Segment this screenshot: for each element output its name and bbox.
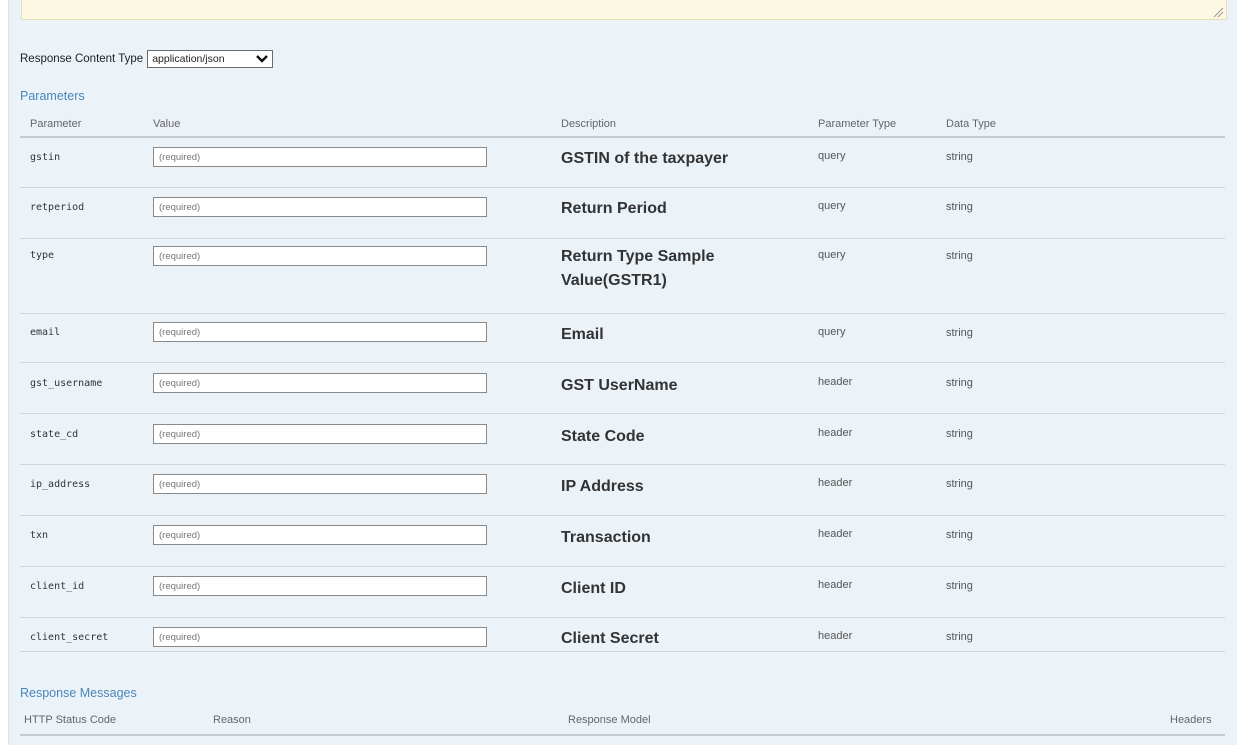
param-description: IP Address (561, 478, 644, 495)
param-type: header (818, 376, 853, 388)
param-description: Return Type Sample Value(GSTR1) (561, 248, 715, 289)
gstin-input[interactable] (153, 147, 487, 167)
data-type: string (946, 327, 973, 339)
chevron-down-icon (256, 55, 269, 63)
param-name: retperiod (30, 202, 85, 213)
data-type: string (946, 428, 973, 440)
column-header-parameter-type: Parameter Type (818, 118, 897, 130)
table-header-divider (20, 136, 1225, 138)
row-divider (20, 187, 1225, 188)
param-name: type (30, 250, 55, 261)
param-description: GST UserName (561, 377, 678, 394)
param-name: txn (30, 530, 49, 541)
row-divider (20, 362, 1225, 363)
column-header-parameter: Parameter (30, 118, 82, 130)
client-id-input[interactable] (153, 576, 487, 596)
column-header-value: Value (153, 118, 181, 130)
response-content-type: Response Content Type application/json (20, 50, 274, 68)
state-cd-input[interactable] (153, 424, 487, 444)
row-divider (20, 515, 1225, 516)
param-type: header (818, 630, 853, 642)
column-header-data-type: Data Type (946, 118, 996, 130)
response-messages-title: Response Messages (20, 686, 137, 700)
param-name: ip_address (30, 479, 91, 490)
param-name: client_secret (30, 632, 109, 643)
param-description: Email (561, 326, 604, 343)
response-content-type-select[interactable]: application/json (147, 50, 274, 68)
param-name: email (30, 327, 61, 338)
param-type: query (818, 150, 846, 162)
column-header-http-status-code: HTTP Status Code (24, 714, 117, 726)
row-divider (20, 413, 1225, 414)
param-description: GSTIN of the taxpayer (561, 150, 729, 167)
table-bottom-divider (20, 651, 1225, 652)
response-content-type-value: application/json (152, 53, 225, 65)
column-header-headers: Headers (1170, 714, 1212, 726)
data-type: string (946, 201, 973, 213)
client-secret-input[interactable] (153, 627, 487, 647)
param-type: header (818, 579, 853, 591)
data-type: string (946, 250, 973, 262)
resize-grip-icon[interactable] (1210, 4, 1224, 18)
param-name: state_cd (30, 429, 79, 440)
data-type: string (946, 151, 973, 163)
param-name: client_id (30, 581, 85, 592)
param-type: query (818, 326, 846, 338)
param-type: header (818, 477, 853, 489)
response-header-divider (20, 734, 1225, 736)
param-type: header (818, 427, 853, 439)
retperiod-input[interactable] (153, 197, 487, 217)
response-content-type-label: Response Content Type (20, 53, 144, 65)
param-type: query (818, 200, 846, 212)
param-type: header (818, 528, 853, 540)
param-description: Client Secret (561, 630, 659, 647)
row-divider (20, 313, 1225, 314)
email-input[interactable] (153, 322, 487, 342)
data-type: string (946, 580, 973, 592)
column-header-description: Description (561, 118, 617, 130)
param-description: State Code (561, 428, 645, 445)
row-divider (20, 238, 1225, 239)
ip-address-input[interactable] (153, 474, 487, 494)
param-type: query (818, 249, 846, 261)
data-type: string (946, 529, 973, 541)
column-header-reason: Reason (213, 714, 251, 726)
parameters-title: Parameters (20, 89, 85, 103)
column-header-response-model: Response Model (568, 714, 651, 726)
row-divider (20, 566, 1225, 567)
param-description: Transaction (561, 529, 651, 546)
data-type: string (946, 478, 973, 490)
gst-username-input[interactable] (153, 373, 487, 393)
param-name: gstin (30, 152, 61, 163)
request-body-textarea[interactable] (21, 0, 1227, 20)
data-type: string (946, 631, 973, 643)
data-type: string (946, 377, 973, 389)
param-description: Return Period (561, 200, 667, 217)
row-divider (20, 464, 1225, 465)
row-divider (20, 617, 1225, 618)
txn-input[interactable] (153, 525, 487, 545)
type-input[interactable] (153, 246, 487, 266)
param-name: gst_username (30, 378, 103, 389)
param-description: Client ID (561, 580, 626, 597)
